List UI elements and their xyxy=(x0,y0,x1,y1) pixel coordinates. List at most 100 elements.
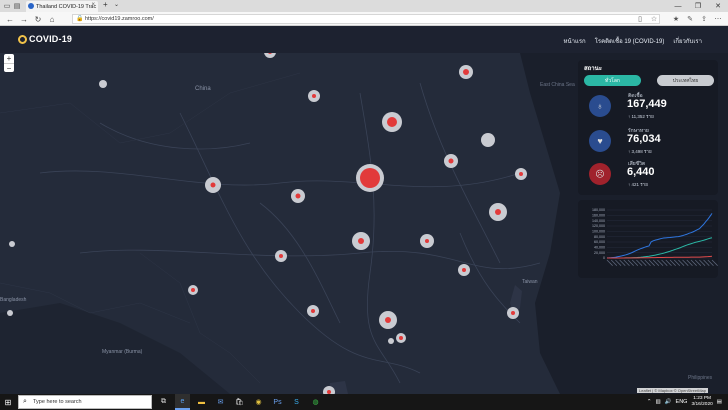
map-label-philippines: Philippines xyxy=(688,375,713,381)
map-attribution[interactable]: Leaflet | © Mapbox © OpenStreetMap xyxy=(637,388,708,393)
tab-global[interactable]: ทั่วโลก xyxy=(584,75,641,86)
y-tick-label: 20,000 xyxy=(594,251,605,255)
skull-icon: ☹ xyxy=(589,163,611,185)
new-tab-button[interactable]: + xyxy=(103,0,108,9)
trend-chart: 180,000 160,000140,000120,000 100,00080,00… xyxy=(592,208,718,266)
app-header: COVID-19 หน้าแรก โรคติดเชื้อ 19 (COVID-1… xyxy=(0,27,728,53)
taskbar-search[interactable]: ⌕ Type here to search xyxy=(18,395,152,409)
map-label-taiwan: Taiwan xyxy=(522,279,538,285)
top-nav: หน้าแรก โรคติดเชื้อ 19 (COVID-19) เกี่ยว… xyxy=(564,36,702,46)
trend-chart-card: 180,000 160,000 140,000 120,000 100,000 80,00… xyxy=(578,200,718,278)
road-line xyxy=(79,249,541,270)
browser-tab[interactable]: Thailand COVID-19 Trac × xyxy=(26,1,98,12)
store-icon[interactable]: 🛍 xyxy=(232,394,247,410)
clock[interactable]: 1:23 PM 3/16/2020 xyxy=(691,396,712,408)
pen-icon[interactable]: ✎ xyxy=(684,13,696,25)
stat-recovered: ♥ รักษาหาย 76,034 ↑ 3,498 ราย xyxy=(589,127,714,154)
maximize-button[interactable]: ❐ xyxy=(688,0,708,12)
road-line xyxy=(179,112,421,374)
series-line xyxy=(606,213,713,259)
chrome-icon[interactable]: ◉ xyxy=(251,394,266,410)
taskbar: ⊞ ⌕ Type here to search ⧉ e ▬ ✉ 🛍 ◉ Ps S… xyxy=(0,394,728,410)
stats-panel: สถานะ ทั่วโลก ประเทศไทย ♁ ติดเชื้อ 167,4… xyxy=(578,60,718,195)
y-tick-label: 120,000 xyxy=(592,224,605,228)
stat-value: 76,034 xyxy=(627,133,661,145)
logo-text: COVID-19 xyxy=(29,34,73,44)
browser-tab-bar: ▭ ▤ Thailand COVID-19 Trac × + ⌄ — ❐ ✕ xyxy=(0,0,728,12)
url-text: https://covid19.zamroo.com/ xyxy=(85,16,154,22)
road-line xyxy=(259,202,341,324)
task-view-icon[interactable]: ⧉ xyxy=(156,394,171,410)
edge-icon[interactable]: e xyxy=(175,394,190,410)
refresh-icon[interactable]: ↻ xyxy=(32,13,44,25)
minimize-button[interactable]: — xyxy=(668,0,688,12)
file-explorer-icon[interactable]: ▬ xyxy=(194,394,209,410)
favicon-icon xyxy=(28,3,34,9)
y-tick-label: 80,000 xyxy=(594,235,605,239)
y-tick-label: 140,000 xyxy=(592,219,605,223)
series-line xyxy=(607,237,713,259)
y-tick-label: 60,000 xyxy=(594,240,605,244)
case-bubble xyxy=(388,338,394,344)
taskbar-search-text: Type here to search xyxy=(33,399,82,405)
system-tray: ⌃ ▥ 🔊 ENG 1:23 PM 3/16/2020 ▤ xyxy=(647,394,728,410)
lock-icon: 🔒 xyxy=(76,16,84,22)
road-line xyxy=(99,122,251,150)
map-label-sea: East China Sea xyxy=(540,82,575,88)
heart-icon: ♥ xyxy=(589,130,611,152)
zoom-out-button[interactable]: − xyxy=(4,63,14,73)
road-line xyxy=(419,82,501,264)
mail-icon[interactable]: ✉ xyxy=(213,394,228,410)
tab-title: Thailand COVID-19 Trac xyxy=(36,3,97,10)
logo[interactable]: COVID-19 xyxy=(18,34,72,44)
window-menu-icon[interactable]: ▭ xyxy=(2,1,12,11)
share-icon[interactable]: ⇪ xyxy=(698,13,710,25)
home-icon[interactable]: ⌂ xyxy=(46,13,58,25)
case-bubble xyxy=(9,241,15,247)
stat-value: 6,440 xyxy=(627,166,655,178)
tab-thailand[interactable]: ประเทศไทย xyxy=(657,75,714,86)
region-tabs: ทั่วโลก ประเทศไทย xyxy=(584,75,714,86)
window-controls: — ❐ ✕ xyxy=(668,0,728,12)
clock-date: 3/16/2020 xyxy=(691,402,713,407)
y-tick-label: 100,000 xyxy=(592,230,605,234)
virus-icon: ♁ xyxy=(589,95,611,117)
map-label-myanmar: Myanmar (Burma) xyxy=(102,349,143,355)
reading-view-icon[interactable]: ▯ xyxy=(634,13,646,25)
line-icon[interactable]: ◍ xyxy=(308,394,323,410)
tab-list-icon[interactable]: ▤ xyxy=(12,1,22,11)
nav-covid[interactable]: โรคติดเชื้อ 19 (COVID-19) xyxy=(595,36,665,46)
network-icon[interactable]: ▥ xyxy=(655,399,660,405)
stat-delta: ↑ 421 ราย xyxy=(628,182,648,187)
start-button[interactable]: ⊞ xyxy=(0,394,16,410)
y-tick-label: 180,000 xyxy=(592,208,605,212)
forward-icon[interactable]: → xyxy=(18,13,30,25)
tray-up-icon[interactable]: ⌃ xyxy=(647,399,652,405)
stat-delta: ↑ 11,352 ราย xyxy=(628,114,654,119)
language-icon[interactable]: ENG xyxy=(676,399,688,405)
skype-icon[interactable]: S xyxy=(289,394,304,410)
back-icon[interactable]: ← xyxy=(4,13,16,25)
tab-close-icon[interactable]: × xyxy=(91,2,95,8)
y-tick-label: 0 xyxy=(603,256,605,260)
stat-delta: ↑ 3,498 ราย xyxy=(628,149,652,154)
taskbar-apps: ⧉ e ▬ ✉ 🛍 ◉ Ps S ◍ xyxy=(156,394,323,410)
volume-icon[interactable]: 🔊 xyxy=(665,399,672,405)
favorites-list-icon[interactable]: ★ xyxy=(670,13,682,25)
panel-title: สถานะ xyxy=(584,66,602,72)
y-tick-label: 40,000 xyxy=(594,246,605,250)
more-icon[interactable]: ⋯ xyxy=(712,13,724,25)
nav-home[interactable]: หน้าแรก xyxy=(564,36,586,46)
favorite-star-icon[interactable]: ☆ xyxy=(648,13,660,25)
map-label-bangladesh: Bangladesh xyxy=(0,297,27,303)
nav-about[interactable]: เกี่ยวกับเรา xyxy=(673,36,702,46)
zoom-in-button[interactable]: + xyxy=(4,54,14,63)
notifications-icon[interactable]: ▤ xyxy=(717,399,722,405)
logo-icon xyxy=(18,34,27,44)
tab-dropdown-icon[interactable]: ⌄ xyxy=(114,1,119,8)
photoshop-icon[interactable]: Ps xyxy=(270,394,285,410)
url-input[interactable]: 🔒 https://covid19.zamroo.com/ xyxy=(72,14,660,24)
close-window-button[interactable]: ✕ xyxy=(708,0,728,12)
case-bubble xyxy=(99,80,107,88)
case-bubble xyxy=(7,310,13,316)
